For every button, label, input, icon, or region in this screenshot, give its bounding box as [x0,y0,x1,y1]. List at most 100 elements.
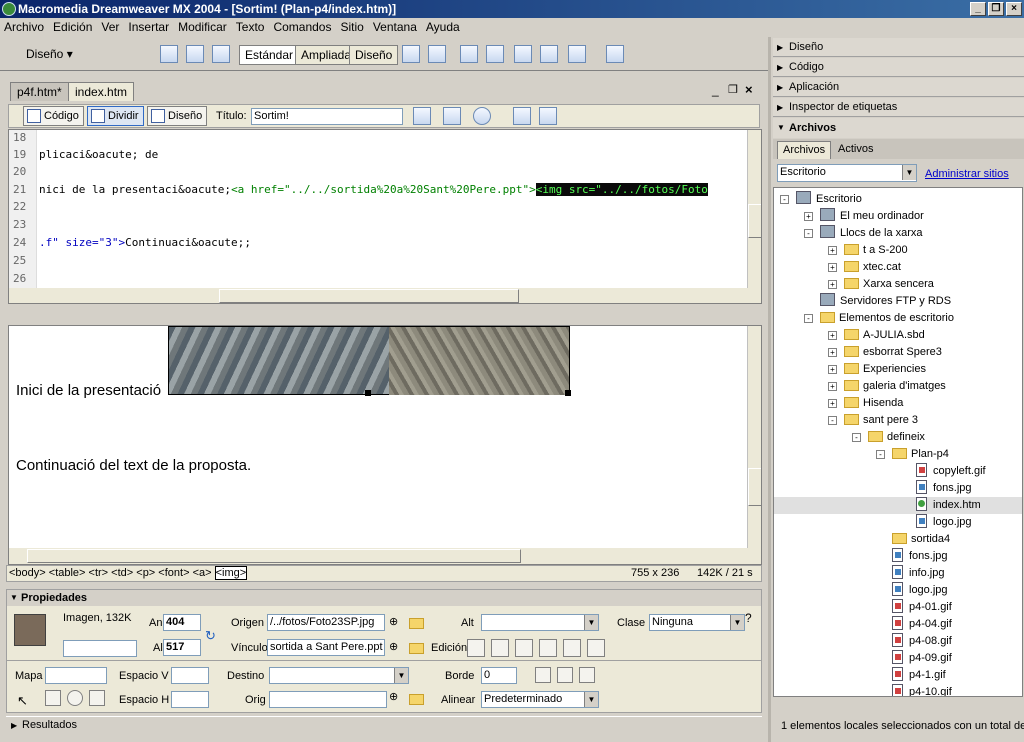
tag-td[interactable]: <td> [111,567,133,579]
expand-toggle-icon[interactable]: + [828,263,837,272]
menu-texto[interactable]: Texto [232,20,270,34]
code-view-button[interactable]: Código [23,106,84,126]
panel-group-code[interactable]: Código [773,58,1024,77]
browse-folder-icon[interactable] [409,643,424,654]
resample-icon[interactable] [539,639,557,657]
rect-hotspot-icon[interactable] [45,690,61,706]
table-icon[interactable] [160,45,178,63]
file-tree-item[interactable]: + esborrat Spere3 [774,344,1022,361]
align-center-icon[interactable] [557,667,573,683]
file-tree-item[interactable]: sortida4 [774,531,1022,548]
file-tree-item[interactable]: index.htm [774,497,1022,514]
split-divider[interactable] [8,304,762,325]
file-tree-item[interactable]: + A-JULIA.sbd [774,327,1022,344]
image-name-input[interactable] [63,640,137,657]
collapse-toggle-icon[interactable]: - [876,450,885,459]
design-horizontal-scrollbar[interactable] [9,548,761,564]
design-view-button[interactable]: Diseño [147,106,208,126]
insert-column-right-icon[interactable] [540,45,558,63]
file-tree-item[interactable]: + Hisenda [774,395,1022,412]
draw-layout-table-icon[interactable] [428,45,446,63]
collapse-toggle-icon[interactable]: - [804,314,813,323]
view-options-icon[interactable] [539,107,557,125]
file-tree-item[interactable]: p4-08.gif [774,633,1022,650]
scroll-thumb[interactable] [219,289,519,303]
frames-icon[interactable] [568,45,586,63]
file-tree-item[interactable]: fons.jpg [774,480,1022,497]
expand-toggle-icon[interactable]: + [828,399,837,408]
insert-row-above-icon[interactable] [460,45,478,63]
scroll-thumb[interactable] [748,204,761,238]
insert-row-below-icon[interactable] [486,45,504,63]
align-left-icon[interactable] [535,667,551,683]
pointer-hotspot-icon[interactable]: ↖ [17,693,28,709]
file-tree-item[interactable]: - Elementos de escritorio [774,310,1022,327]
scroll-thumb[interactable] [27,549,521,563]
panel-group-design[interactable]: Diseño [773,38,1024,57]
hspace-input[interactable] [171,691,209,708]
restore-button[interactable]: ❐ [988,2,1004,16]
insert-category-select[interactable]: Diseño ▾ [26,47,73,61]
menu-ayuda[interactable]: Ayuda [422,20,465,34]
menu-ver[interactable]: Ver [97,20,124,34]
lowsrc-input[interactable] [269,691,387,708]
file-tree-item[interactable]: p4-04.gif [774,616,1022,633]
sharpen-icon[interactable] [587,639,605,657]
file-tree-item[interactable]: p4-09.gif [774,650,1022,667]
panel-group-tag-inspector[interactable]: Inspector de etiquetas [773,98,1024,117]
code-vertical-scrollbar[interactable] [747,130,761,288]
mode-layout-button[interactable]: Diseño [349,45,399,65]
file-tree-item[interactable]: info.jpg [774,565,1022,582]
panel-group-application[interactable]: Aplicación [773,78,1024,97]
file-tree-item[interactable]: - Llocs de la xarxa [774,225,1022,242]
split-view-button[interactable]: Dividir [87,106,144,126]
tag-img[interactable]: <img> [214,566,248,580]
resize-handle[interactable] [565,390,571,396]
height-input[interactable]: 517 [163,639,201,656]
draw-layout-cell-icon[interactable] [402,45,420,63]
manage-sites-link[interactable]: Administrar sitios [925,168,1009,180]
src-input[interactable]: /../fotos/Foto23SP.jpg [267,614,385,631]
tag-a[interactable]: <a> [193,567,212,579]
scroll-thumb[interactable] [748,468,761,506]
site-select[interactable]: Escritorio ▼ [777,164,917,182]
mode-standard-button[interactable]: Estándar [239,45,300,65]
map-name-input[interactable] [45,667,107,684]
tag-p[interactable]: <p> [136,567,155,579]
tab-index[interactable]: index.htm [68,82,135,101]
layer-icon[interactable] [186,45,204,63]
file-tree[interactable]: - Escritorio + El meu ordinador - Llocs de la… [773,187,1023,697]
link-input[interactable]: sortida a Sant Pere.ppt [267,639,385,656]
menu-comandos[interactable]: Comandos [269,20,336,34]
collapse-toggle-icon[interactable]: - [804,229,813,238]
expand-toggle-icon[interactable]: + [828,246,837,255]
design-view[interactable]: Inici de la presentació Continuació del … [8,325,762,565]
collapse-toggle-icon[interactable]: - [852,433,861,442]
tab-assets[interactable]: Activos [833,141,878,159]
expand-toggle-icon[interactable]: + [828,382,837,391]
file-tree-item[interactable]: - defineix [774,429,1022,446]
resize-handle[interactable] [365,390,371,396]
target-select[interactable]: ▼ [269,667,409,684]
reset-size-icon[interactable]: ↻ [205,628,216,644]
point-to-file-icon[interactable]: ⊕ [389,615,398,628]
panel-group-files[interactable]: ▼ Archivos [773,118,1024,138]
doc-minimize-icon[interactable]: _ [712,83,719,97]
tag-table[interactable]: <table> [49,567,86,579]
file-tree-item[interactable]: - sant pere 3 [774,412,1022,429]
menu-modificar[interactable]: Modificar [174,20,232,34]
refresh-icon[interactable] [513,107,531,125]
code-horizontal-scrollbar[interactable] [9,288,761,303]
file-tree-item[interactable]: + Experiencies [774,361,1022,378]
tag-body[interactable]: <body> [9,567,46,579]
file-tree-item[interactable]: p4-10.gif [774,684,1022,696]
photo-image[interactable] [168,326,571,396]
menu-ventana[interactable]: Ventana [369,20,422,34]
mode-expanded-button[interactable]: Ampliada [295,45,358,65]
tag-tr[interactable]: <tr> [89,567,109,579]
menu-insertar[interactable]: Insertar [124,20,174,34]
vspace-input[interactable] [171,667,209,684]
file-tree-item[interactable]: + t a S-200 [774,242,1022,259]
help-icon[interactable]: ? [745,611,752,625]
align-select[interactable]: Predeterminado ▼ [481,691,599,708]
